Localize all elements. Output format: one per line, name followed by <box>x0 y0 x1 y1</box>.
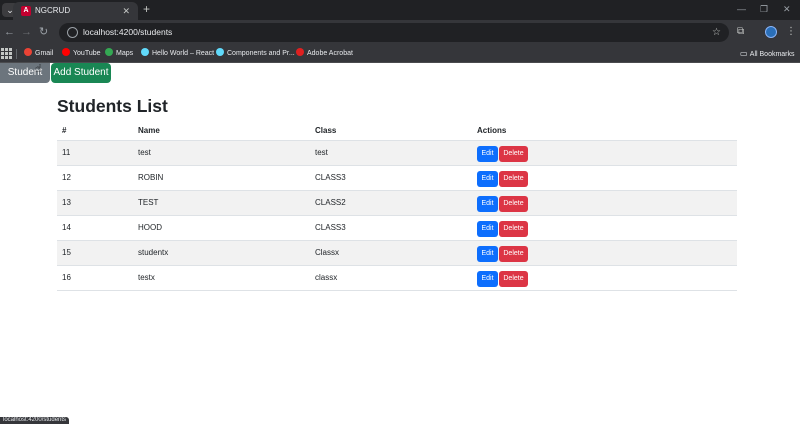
folder-icon: ▭ <box>740 49 750 58</box>
table-row: 13 TEST CLASS2 Edit Delete <box>57 191 737 216</box>
students-table: # Name Class Actions 11 test test Edit Delet… <box>57 119 737 291</box>
edit-button[interactable]: Edit <box>477 271 498 287</box>
tab-close-icon[interactable]: ✕ <box>122 5 130 17</box>
apps-grid-icon[interactable] <box>1 48 12 59</box>
column-header-actions: Actions <box>477 126 507 135</box>
bookmark-item[interactable]: Hello World – React <box>141 48 214 60</box>
all-bookmarks-button[interactable]: ▭ All Bookmarks <box>740 48 795 61</box>
table-row: 11 test test Edit Delete <box>57 141 737 166</box>
angular-favicon-icon: A <box>21 6 31 16</box>
maps-icon <box>105 48 113 56</box>
bookmark-item[interactable]: Gmail <box>24 48 53 60</box>
cell-class: classx <box>315 273 338 282</box>
edit-button[interactable]: Edit <box>477 171 498 187</box>
tab-title: NGCRUD <box>35 6 71 15</box>
add-student-button[interactable]: Add Student <box>51 63 111 83</box>
edit-button[interactable]: Edit <box>477 246 498 262</box>
edit-button[interactable]: Edit <box>477 196 498 212</box>
bookmark-label: Maps <box>116 50 134 57</box>
table-row: 12 ROBIN CLASS3 Edit Delete <box>57 166 737 191</box>
cell-class: Classx <box>315 248 340 257</box>
back-icon[interactable]: ← <box>4 25 15 39</box>
bookmark-label: Components and Pr... <box>227 50 295 57</box>
cell-name: ROBIN <box>138 173 164 182</box>
bookmark-item[interactable]: Components and Pr... <box>216 48 295 60</box>
bookmark-item[interactable]: Adobe Acrobat <box>296 48 353 60</box>
cell-class: CLASS3 <box>315 223 346 232</box>
react-icon <box>216 48 224 56</box>
bookmark-label: Hello World – React <box>152 50 215 57</box>
bookmarks-bar: Gmail YouTube Maps Hello World – React Compo… <box>0 45 800 63</box>
edit-button[interactable]: Edit <box>477 146 498 162</box>
delete-button[interactable]: Delete <box>499 221 528 237</box>
table-row: 14 HOOD CLASS3 Edit Delete <box>57 216 737 241</box>
forward-icon[interactable]: → <box>21 25 32 39</box>
delete-button[interactable]: Delete <box>499 246 528 262</box>
acrobat-icon <box>296 48 304 56</box>
address-bar[interactable]: localhost:4200/students ☆ <box>59 23 729 42</box>
column-header-class: Class <box>315 126 337 135</box>
delete-button[interactable]: Delete <box>499 271 528 287</box>
cell-name: testx <box>138 273 155 282</box>
cell-id: 11 <box>62 148 71 157</box>
cell-id: 16 <box>62 273 71 282</box>
cell-name: HOOD <box>138 223 162 232</box>
menu-icon[interactable]: ⋮ <box>786 25 796 39</box>
all-bookmarks-label: All Bookmarks <box>749 51 795 58</box>
cell-class: test <box>315 148 328 157</box>
bookmark-label: Adobe Acrobat <box>307 50 353 57</box>
edit-button[interactable]: Edit <box>477 221 498 237</box>
table-row: 15 studentx Classx Edit Delete <box>57 241 737 266</box>
mouse-cursor-icon: ☝ <box>35 63 42 75</box>
column-header-name: Name <box>138 126 160 135</box>
cell-class: CLASS3 <box>315 173 346 182</box>
bookmarks-divider <box>16 49 17 59</box>
column-header-id: # <box>62 126 67 135</box>
cell-id: 15 <box>62 248 71 257</box>
cell-name: TEST <box>138 198 159 207</box>
address-url[interactable]: localhost:4200/students <box>83 26 172 39</box>
bookmark-item[interactable]: Maps <box>105 48 133 60</box>
student-list-button[interactable]: Student List <box>0 63 50 98</box>
table-row: 16 testx classx Edit Delete <box>57 266 737 291</box>
cell-id: 13 <box>62 198 71 207</box>
extensions-icon[interactable]: ⧉ <box>737 25 744 39</box>
delete-button[interactable]: Delete <box>499 146 528 162</box>
cell-class: CLASS2 <box>315 198 346 207</box>
cell-name: studentx <box>138 248 169 257</box>
close-window-icon[interactable]: ✕ <box>783 3 791 15</box>
bookmark-label: Gmail <box>35 50 54 57</box>
browser-tab[interactable]: A NGCRUD ✕ <box>13 2 138 20</box>
react-icon <box>141 48 149 56</box>
reload-icon[interactable]: ↻ <box>39 25 48 39</box>
bookmark-label: YouTube <box>73 50 101 57</box>
maximize-icon[interactable]: ❐ <box>760 3 768 15</box>
bookmark-item[interactable]: YouTube <box>62 48 101 60</box>
gmail-icon <box>24 48 32 56</box>
delete-button[interactable]: Delete <box>499 171 528 187</box>
cell-name: test <box>138 148 151 157</box>
browser-tab-bar: ⌄ A NGCRUD ✕ + — ❐ ✕ <box>0 0 800 20</box>
profile-avatar[interactable] <box>765 26 777 38</box>
new-tab-icon[interactable]: + <box>143 3 150 16</box>
cell-id: 14 <box>62 223 71 232</box>
youtube-icon <box>62 48 70 56</box>
bookmark-star-icon[interactable]: ☆ <box>712 26 721 39</box>
page-title: Students List <box>57 96 168 116</box>
status-bar-url: localhost:4200/students <box>0 417 70 424</box>
site-info-icon[interactable] <box>67 27 78 38</box>
table-header-row: # Name Class Actions <box>57 119 737 141</box>
delete-button[interactable]: Delete <box>499 196 528 212</box>
minimize-icon[interactable]: — <box>737 3 746 15</box>
browser-toolbar: ← → ↻ localhost:4200/students ☆ ⧉ ⋮ <box>0 20 800 45</box>
cell-id: 12 <box>62 173 71 182</box>
